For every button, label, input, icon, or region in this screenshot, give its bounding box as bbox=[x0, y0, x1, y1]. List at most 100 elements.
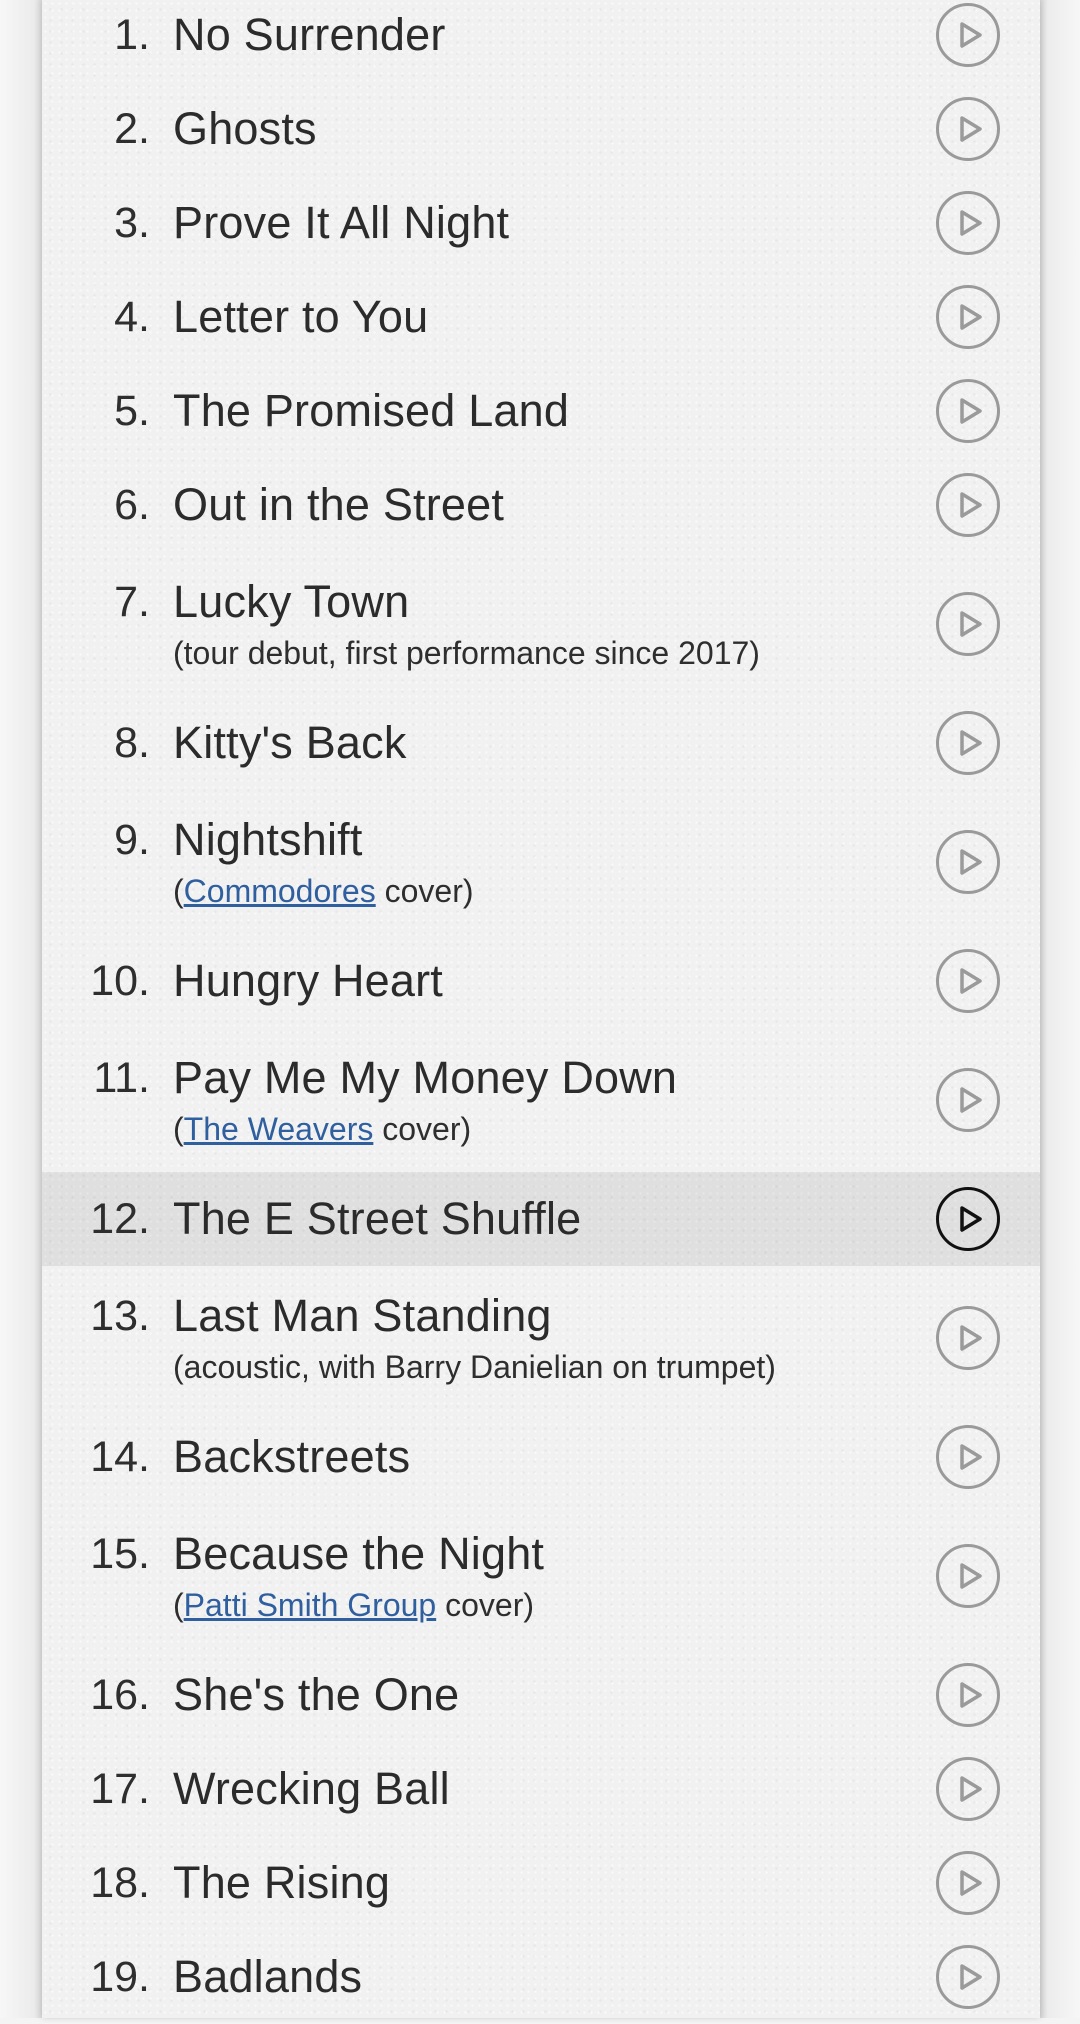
play-button[interactable] bbox=[936, 592, 1000, 656]
play-button[interactable] bbox=[936, 1306, 1000, 1370]
track-title: Letter to You bbox=[173, 291, 429, 342]
track-title: Prove It All Night bbox=[173, 197, 510, 248]
setlist-track-row[interactable]: 10. Hungry Heart bbox=[42, 934, 1040, 1028]
track-title: Badlands bbox=[173, 1951, 363, 2002]
play-button[interactable] bbox=[936, 1851, 1000, 1915]
track-note: (The Weavers cover) bbox=[173, 1108, 930, 1150]
track-title: Hungry Heart bbox=[173, 955, 444, 1006]
play-icon bbox=[960, 730, 982, 756]
setlist-track-row[interactable]: 13. Last Man Standing (acoustic, with Barr… bbox=[42, 1266, 1040, 1410]
play-button[interactable] bbox=[936, 949, 1000, 1013]
track-content: 5. The Promised Land bbox=[42, 383, 1040, 439]
track-title: No Surrender bbox=[173, 9, 446, 60]
play-icon bbox=[960, 968, 982, 994]
track-number: 2. bbox=[114, 105, 150, 153]
play-icon bbox=[960, 492, 982, 518]
setlist-track-row[interactable]: 17. Wrecking Ball bbox=[42, 1742, 1040, 1836]
play-icon bbox=[960, 1206, 982, 1232]
setlist-track-row[interactable]: 14. Backstreets bbox=[42, 1410, 1040, 1504]
setlist-track-row[interactable]: 15. Because the Night (Patti Smith Group c… bbox=[42, 1504, 1040, 1648]
track-note-prefix: ( bbox=[173, 1587, 184, 1623]
track-title: Out in the Street bbox=[173, 479, 505, 530]
track-number: 4. bbox=[114, 293, 150, 341]
track-number: 5. bbox=[114, 387, 150, 435]
setlist-track-row[interactable]: 9. Nightshift (Commodores cover) bbox=[42, 790, 1040, 934]
original-artist-link[interactable]: Patti Smith Group bbox=[184, 1587, 437, 1623]
play-button[interactable] bbox=[936, 97, 1000, 161]
setlist-track-row[interactable]: 19. Badlands bbox=[42, 1930, 1040, 2024]
play-button[interactable] bbox=[936, 1068, 1000, 1132]
setlist-track-row[interactable]: 7. Lucky Town (tour debut, first performan… bbox=[42, 552, 1040, 696]
track-note: (acoustic, with Barry Danielian on trump… bbox=[173, 1349, 776, 1385]
setlist-track-row[interactable]: 8. Kitty's Back bbox=[42, 696, 1040, 790]
play-icon bbox=[960, 849, 982, 875]
play-button[interactable] bbox=[936, 1425, 1000, 1489]
track-content: 3. Prove It All Night bbox=[42, 195, 1040, 251]
play-icon bbox=[960, 1444, 982, 1470]
track-content: 4. Letter to You bbox=[42, 289, 1040, 345]
play-icon bbox=[960, 1087, 982, 1113]
play-button[interactable] bbox=[936, 379, 1000, 443]
play-icon bbox=[960, 398, 982, 424]
track-content: 8. Kitty's Back bbox=[42, 715, 1040, 771]
track-number: 17. bbox=[90, 1765, 150, 1813]
track-note-prefix: ( bbox=[173, 873, 184, 909]
setlist-track-row[interactable]: 6. Out in the Street bbox=[42, 458, 1040, 552]
setlist-track-row[interactable]: 1. No Surrender bbox=[42, 0, 1040, 82]
setlist-panel: 1. No Surrender 2. Ghosts 3. Prove It All Nig… bbox=[42, 0, 1040, 2018]
track-content: 11. Pay Me My Money Down (The Weavers cove… bbox=[42, 1050, 1040, 1150]
play-button[interactable] bbox=[936, 1187, 1000, 1251]
track-number: 13. bbox=[90, 1292, 150, 1340]
track-content: 16. She's the One bbox=[42, 1667, 1040, 1723]
track-note-prefix: ( bbox=[173, 1111, 184, 1147]
track-note-suffix: cover) bbox=[375, 873, 474, 909]
play-button[interactable] bbox=[936, 1945, 1000, 2009]
play-button[interactable] bbox=[936, 3, 1000, 67]
setlist-track-row[interactable]: 11. Pay Me My Money Down (The Weavers cove… bbox=[42, 1028, 1040, 1172]
track-title: The Rising bbox=[173, 1857, 391, 1908]
setlist-track-row[interactable]: 16. She's the One bbox=[42, 1648, 1040, 1742]
original-artist-link[interactable]: Commodores bbox=[184, 873, 376, 909]
track-title: Last Man Standing bbox=[173, 1290, 552, 1341]
track-title: Kitty's Back bbox=[173, 717, 407, 768]
track-content: 12. The E Street Shuffle bbox=[42, 1191, 1040, 1247]
track-note: (Commodores cover) bbox=[173, 870, 930, 912]
play-button[interactable] bbox=[936, 1544, 1000, 1608]
track-number: 18. bbox=[90, 1859, 150, 1907]
track-content: 7. Lucky Town (tour debut, first performan… bbox=[42, 574, 1040, 674]
original-artist-link[interactable]: The Weavers bbox=[184, 1111, 374, 1147]
play-button[interactable] bbox=[936, 285, 1000, 349]
track-content: 15. Because the Night (Patti Smith Group c… bbox=[42, 1526, 1040, 1626]
setlist-track-row[interactable]: 12. The E Street Shuffle bbox=[42, 1172, 1040, 1266]
track-title: Lucky Town bbox=[173, 576, 410, 627]
track-content: 13. Last Man Standing (acoustic, with Barr… bbox=[42, 1288, 1040, 1388]
track-number: 3. bbox=[114, 199, 150, 247]
play-button[interactable] bbox=[936, 711, 1000, 775]
play-button[interactable] bbox=[936, 473, 1000, 537]
play-icon bbox=[960, 210, 982, 236]
setlist-track-row[interactable]: 18. The Rising bbox=[42, 1836, 1040, 1930]
track-content: 14. Backstreets bbox=[42, 1429, 1040, 1485]
play-button[interactable] bbox=[936, 1663, 1000, 1727]
setlist-track-row[interactable]: 3. Prove It All Night bbox=[42, 176, 1040, 270]
track-content: 2. Ghosts bbox=[42, 101, 1040, 157]
play-button[interactable] bbox=[936, 191, 1000, 255]
setlist-track-row[interactable]: 2. Ghosts bbox=[42, 82, 1040, 176]
setlist: 1. No Surrender 2. Ghosts 3. Prove It All Nig… bbox=[42, 0, 1040, 2024]
track-title: Because the Night bbox=[173, 1528, 545, 1579]
track-title: The E Street Shuffle bbox=[173, 1193, 582, 1244]
play-icon bbox=[960, 304, 982, 330]
track-content: 6. Out in the Street bbox=[42, 477, 1040, 533]
play-button[interactable] bbox=[936, 830, 1000, 894]
track-content: 19. Badlands bbox=[42, 1949, 1040, 2005]
play-icon bbox=[960, 1682, 982, 1708]
track-note: (tour debut, first performance since 201… bbox=[173, 635, 760, 671]
track-number: 16. bbox=[90, 1671, 150, 1719]
setlist-track-row[interactable]: 4. Letter to You bbox=[42, 270, 1040, 364]
track-title: She's the One bbox=[173, 1669, 460, 1720]
setlist-track-row[interactable]: 5. The Promised Land bbox=[42, 364, 1040, 458]
page-margin-right bbox=[1040, 0, 1080, 2018]
track-number: 15. bbox=[90, 1530, 150, 1578]
play-icon bbox=[960, 1964, 982, 1990]
play-button[interactable] bbox=[936, 1757, 1000, 1821]
